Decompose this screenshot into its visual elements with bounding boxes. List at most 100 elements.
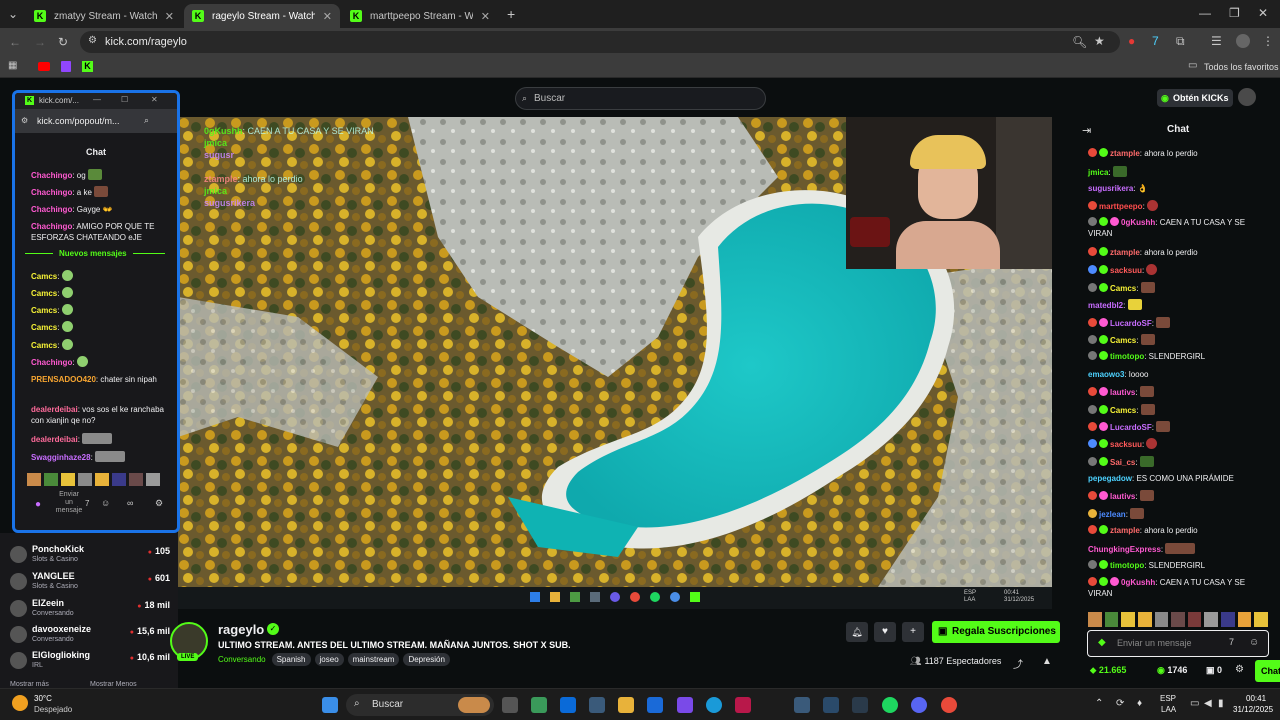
bookmark-star-icon[interactable]: ★ (1094, 35, 1105, 47)
popout-chat-input[interactable]: Enviar un mensaje (55, 491, 83, 515)
url-field[interactable]: ⚙ kick.com/rageylo (80, 31, 1120, 53)
steam-icon[interactable] (794, 697, 810, 713)
back-icon[interactable]: ← (9, 36, 21, 48)
show-less-link[interactable]: Mostrar Menos (90, 681, 137, 688)
emote-icon[interactable] (1204, 612, 1219, 627)
settings-gear-icon[interactable]: ⚙ (155, 498, 163, 509)
zoom-icon[interactable]: 🔍︎ (1072, 36, 1087, 48)
menu-dots-icon[interactable]: ⋮ (1262, 35, 1274, 47)
tray-chevron-icon[interactable]: ⌃ (1095, 698, 1103, 709)
stream-category[interactable]: Conversando (218, 655, 266, 664)
forward-icon[interactable]: → (34, 36, 46, 48)
steam-icon[interactable] (589, 697, 605, 713)
battery-icon[interactable]: ▮ (1218, 698, 1224, 709)
emote-icon[interactable] (95, 473, 109, 486)
tab-list-icon[interactable]: ⌄ (8, 8, 18, 20)
tag[interactable]: Depresión (403, 653, 450, 666)
get-kicks-button[interactable]: ◉ Obtén KICKs (1157, 89, 1233, 107)
user-avatar[interactable] (1238, 88, 1256, 106)
tray-app-icon[interactable]: ⟳ (1116, 698, 1124, 709)
emote-icon[interactable] (1121, 612, 1135, 627)
store-icon[interactable] (647, 697, 663, 713)
twitch-bookmark-icon[interactable] (61, 61, 71, 72)
weather-temp[interactable]: 30°C (34, 694, 52, 703)
site-info-icon[interactable]: ⚙ (21, 116, 28, 125)
task-view-icon[interactable] (502, 697, 518, 713)
7tv-icon[interactable]: 7 (1229, 637, 1234, 647)
follow-heart-icon[interactable]: ♥ (874, 622, 896, 642)
extension-red-icon[interactable]: ● (1128, 35, 1135, 47)
spotify-icon[interactable] (882, 697, 898, 713)
chat-input[interactable]: ◆ Enviar un mensaje 7 ☺ (1087, 630, 1269, 657)
report-icon[interactable]: ▲ (1042, 656, 1052, 667)
minimize-icon[interactable]: — (93, 95, 101, 104)
emote-icon[interactable] (78, 473, 92, 486)
minimize-icon[interactable]: — (1199, 7, 1211, 19)
profile-avatar[interactable] (1236, 34, 1250, 48)
infinity-icon[interactable]: ∞ (127, 498, 133, 508)
all-bookmarks-link[interactable]: Todos los favoritos (1204, 62, 1279, 72)
taskbar-search[interactable]: ⌕ Buscar (346, 694, 494, 716)
app-icon[interactable] (531, 697, 547, 713)
extension-7tv-icon[interactable]: 7 (1152, 35, 1159, 47)
7tv-icon[interactable]: 7 (85, 499, 89, 508)
tag[interactable]: Spanish (271, 653, 311, 666)
app-icon[interactable] (852, 697, 868, 713)
channel-name[interactable]: rageylo (218, 622, 264, 637)
close-icon[interactable]: ✕ (481, 10, 490, 23)
emoji-icon[interactable]: ☺ (1249, 637, 1259, 648)
emote-icon[interactable] (1237, 612, 1252, 627)
notification-bell-icon[interactable]: 🔔︎ (846, 622, 868, 642)
emote-icon[interactable] (1221, 612, 1235, 627)
volume-icon[interactable]: ◀ (1204, 698, 1212, 709)
channel-points[interactable]: ⬥ 21.665 (1090, 665, 1126, 676)
search-input[interactable]: ⌕ Buscar (515, 87, 766, 110)
kicks-balance[interactable]: ◉ 1746 (1157, 665, 1187, 676)
zoom-icon[interactable]: ⌕ (144, 115, 149, 126)
copilot-icon[interactable] (677, 697, 693, 713)
following-item[interactable]: davooxeneizeConversando15,6 mil (10, 624, 170, 648)
reload-icon[interactable]: ↻ (58, 36, 68, 48)
outlook-icon[interactable] (560, 697, 576, 713)
collapse-chat-icon[interactable]: ⇥ (1082, 124, 1091, 137)
chat-settings-icon[interactable]: ⚙ (1235, 664, 1244, 675)
microphone-icon[interactable]: ♦ (1137, 698, 1142, 709)
emote-icon[interactable] (44, 473, 58, 486)
display-icon[interactable]: ▭ (1190, 698, 1199, 709)
app-red-icon[interactable] (735, 697, 751, 713)
emote-icon[interactable] (1187, 612, 1202, 627)
emoji-icon[interactable]: ☺ (101, 498, 110, 508)
tag[interactable]: joseo (314, 653, 344, 666)
following-item[interactable]: ElZeeinConversando18 mil (10, 598, 170, 622)
clock-date[interactable]: 31/12/2025 (1233, 705, 1273, 714)
plus-icon[interactable]: + (902, 622, 924, 642)
emote-icon[interactable] (1154, 612, 1169, 627)
start-windows-icon[interactable] (322, 697, 338, 713)
apps-grid-icon[interactable]: ▦ (8, 61, 17, 71)
emote-icon[interactable] (1137, 612, 1152, 627)
close-window-icon[interactable]: ✕ (1258, 7, 1268, 19)
close-icon[interactable]: ✕ (165, 10, 174, 23)
language-indicator[interactable]: ESP (1160, 694, 1176, 703)
emote-icon[interactable] (61, 473, 75, 486)
emote-icon[interactable] (146, 473, 160, 486)
close-icon[interactable]: ✕ (323, 10, 332, 23)
sidepanel-icon[interactable]: ☰ (1211, 35, 1222, 47)
send-chat-button[interactable]: Chat (1255, 660, 1280, 682)
kick-bookmark-icon[interactable]: K (82, 61, 93, 72)
close-icon[interactable]: ✕ (151, 95, 158, 104)
emote-icon[interactable] (129, 473, 143, 486)
show-more-link[interactable]: Mostrar más (10, 681, 49, 688)
gift-subs-button[interactable]: ▣ Regala Suscripciones (932, 621, 1060, 643)
language-layout[interactable]: LAA (1161, 705, 1176, 714)
emote-icon[interactable] (1088, 612, 1102, 627)
emote-icon[interactable] (27, 473, 41, 486)
tag[interactable]: mainstream (347, 653, 400, 666)
emote-icon[interactable] (1254, 612, 1269, 627)
emote-icon[interactable] (1104, 612, 1119, 627)
chrome-icon[interactable] (941, 697, 957, 713)
video-player[interactable]: 0gKushh: CAEN A TU CASA Y SE VIRAN jmica… (178, 117, 1052, 587)
tab-rageylo[interactable]: K rageylo Stream - Watch Liv ✕ (184, 4, 340, 28)
gift-counter[interactable]: ▣ 0 (1206, 665, 1222, 676)
file-explorer-icon[interactable] (618, 697, 634, 713)
